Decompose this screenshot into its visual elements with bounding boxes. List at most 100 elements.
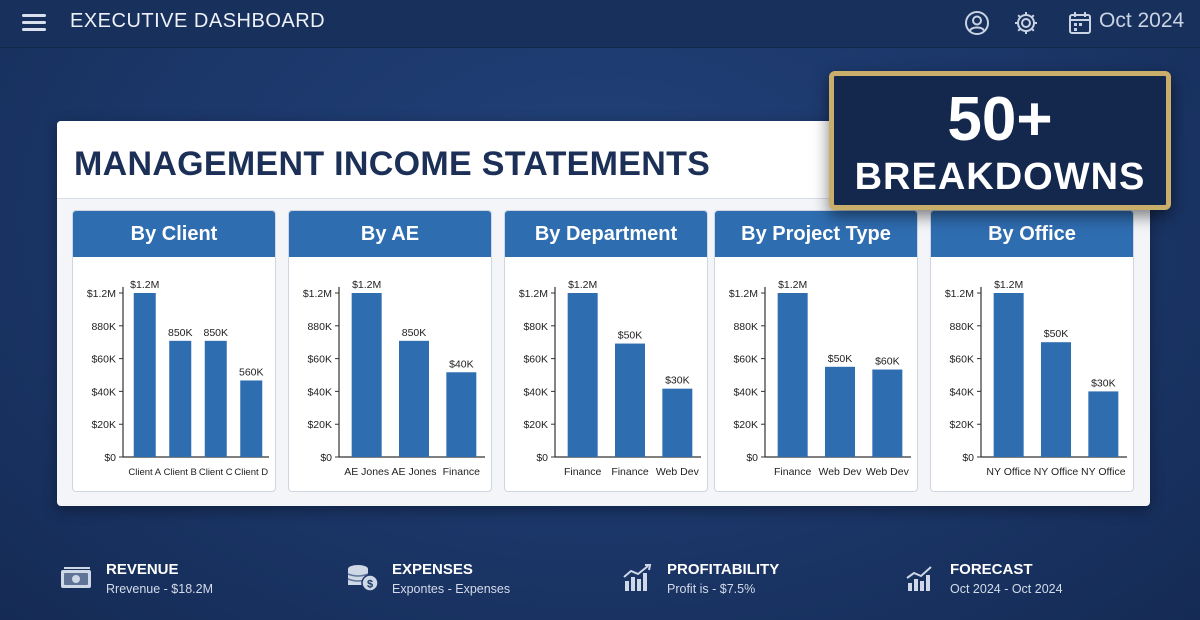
- data-label: $1.2M: [352, 279, 381, 291]
- kpi-title: REVENUE: [106, 561, 179, 578]
- y-tick-label: $1.2M: [519, 288, 548, 300]
- bar: [240, 380, 263, 457]
- y-tick-label: $1.2M: [303, 288, 332, 300]
- x-tick-label: Client A: [128, 467, 161, 478]
- kpi-forecast[interactable]: FORECAST Oct 2024 - Oct 2024: [904, 561, 1144, 601]
- kpi-title: EXPENSES: [392, 561, 473, 578]
- y-tick-label: $40K: [949, 386, 974, 398]
- bar: [1088, 391, 1119, 457]
- bar-chart: $1.2M 880K $60K $40K $20K $0 $1.2M Client A 850K…: [87, 279, 269, 478]
- chart-card-by-project-type[interactable]: By Project Type $1.2M 880K $60K $40K $20K $0 $…: [714, 210, 918, 492]
- data-label: $30K: [665, 375, 690, 387]
- kpi-title: PROFITABILITY: [667, 561, 780, 578]
- y-tick-label: $60K: [307, 354, 332, 366]
- bar: [351, 293, 382, 457]
- date-selector[interactable]: Oct 2024: [1099, 9, 1184, 33]
- bar: [615, 343, 645, 457]
- badge-label: BREAKDOWNS: [854, 156, 1146, 198]
- y-tick-label: $0: [536, 452, 548, 464]
- x-tick-label: Client D: [234, 467, 268, 478]
- data-label: $1.2M: [568, 279, 597, 291]
- breakdowns-badge: 50+ BREAKDOWNS: [829, 71, 1171, 210]
- data-label: 850K: [402, 327, 427, 339]
- bar: [993, 293, 1024, 457]
- chart-card-by-office[interactable]: By Office $1.2M 880K $60K $40K $20K $0 $1.2M NY…: [930, 210, 1134, 492]
- x-tick-label: Client C: [199, 467, 233, 478]
- y-tick-label: $0: [962, 452, 974, 464]
- y-tick-label: $20K: [949, 419, 974, 431]
- top-bar: EXECUTIVE DASHBOARD Oct 2024: [0, 0, 1200, 48]
- bar: [1041, 342, 1071, 457]
- y-tick-label: $20K: [307, 419, 332, 431]
- svg-text:$: $: [367, 579, 373, 591]
- bar-chart: $1.2M 880K $60K $40K $20K $0 $1.2M AE Jones 850K…: [303, 279, 485, 478]
- kpi-subtitle: Profit is - $7.5%: [667, 582, 756, 596]
- y-tick-label: $60K: [733, 354, 758, 366]
- x-tick-label: Web Dev: [819, 466, 863, 478]
- kpi-subtitle: Rrevenue - $18.2M: [106, 582, 214, 596]
- y-tick-label: $1.2M: [729, 288, 758, 300]
- x-tick-label: Client B: [164, 467, 197, 478]
- data-label: 850K: [168, 327, 193, 339]
- coins-icon: $: [347, 565, 379, 592]
- x-tick-label: Finance: [564, 466, 602, 478]
- y-tick-label: $1.2M: [945, 288, 974, 300]
- x-tick-label: Web Dev: [866, 466, 910, 478]
- data-label: $60K: [875, 356, 900, 368]
- bar: [872, 369, 903, 457]
- x-tick-label: AE Jones: [392, 466, 437, 478]
- y-tick-label: $0: [104, 452, 116, 464]
- data-label: $50K: [618, 330, 643, 342]
- y-tick-label: 880K: [733, 321, 758, 333]
- y-tick-label: $40K: [91, 386, 116, 398]
- bar: [567, 293, 598, 457]
- bar: [399, 340, 429, 457]
- chart-card-by-department[interactable]: By Department $1.2M $80K $60K $40K $20K $0 $1.…: [504, 210, 708, 492]
- y-tick-label: $20K: [91, 419, 116, 431]
- chart-title: By Department: [505, 211, 707, 257]
- y-tick-label: $20K: [733, 419, 758, 431]
- x-tick-label: Finance: [443, 466, 481, 478]
- y-tick-label: $40K: [523, 386, 548, 398]
- bar: [777, 293, 808, 457]
- y-tick-label: $20K: [523, 419, 548, 431]
- y-tick-label: $1.2M: [87, 288, 116, 300]
- trend-chart-icon: [906, 566, 932, 591]
- kpi-profitability[interactable]: PROFITABILITY Profit is - $7.5%: [621, 561, 861, 601]
- data-label: $40K: [449, 358, 474, 370]
- y-tick-label: $60K: [523, 354, 548, 366]
- cash-icon: [61, 567, 91, 588]
- y-tick-label: $80K: [523, 321, 548, 333]
- bar-chart: $1.2M $80K $60K $40K $20K $0 $1.2M Finance $50K F…: [519, 279, 701, 478]
- y-tick-label: $0: [746, 452, 758, 464]
- chart-card-by-ae[interactable]: By AE $1.2M 880K $60K $40K $20K $0 $1.2M AE Jon…: [288, 210, 492, 492]
- data-label: 850K: [203, 327, 228, 339]
- bar-chart-icon: [623, 564, 652, 591]
- chart-card-by-client[interactable]: By Client $1.2M 880K $60K $40K $20K $0 $1.2M Cl…: [72, 210, 276, 492]
- user-icon[interactable]: [964, 10, 990, 36]
- bar: [662, 388, 693, 457]
- chart-title: By AE: [289, 211, 491, 257]
- bar: [825, 366, 855, 457]
- y-tick-label: 880K: [91, 321, 116, 333]
- y-tick-label: $40K: [733, 386, 758, 398]
- calendar-icon[interactable]: [1068, 10, 1092, 36]
- x-tick-label: Finance: [774, 466, 812, 478]
- bar: [133, 293, 156, 457]
- kpi-title: FORECAST: [950, 561, 1033, 578]
- bar: [169, 340, 192, 457]
- bar: [204, 340, 227, 457]
- bar: [446, 372, 477, 457]
- kpi-revenue[interactable]: REVENUE Rrevenue - $18.2M: [60, 561, 300, 601]
- panel-title: MANAGEMENT INCOME STATEMENTS: [74, 145, 711, 183]
- kpi-subtitle: Expontes - Expenses: [392, 582, 511, 596]
- data-label: 560K: [239, 366, 264, 378]
- data-label: $1.2M: [778, 279, 807, 291]
- x-tick-label: Web Dev: [656, 466, 700, 478]
- data-label: $1.2M: [130, 279, 159, 291]
- menu-icon[interactable]: [22, 12, 48, 34]
- app-title: EXECUTIVE DASHBOARD: [70, 10, 326, 32]
- kpi-expenses[interactable]: $ EXPENSES Expontes - Expenses: [346, 561, 586, 601]
- gear-icon[interactable]: [1013, 10, 1039, 36]
- y-tick-label: $60K: [91, 354, 116, 366]
